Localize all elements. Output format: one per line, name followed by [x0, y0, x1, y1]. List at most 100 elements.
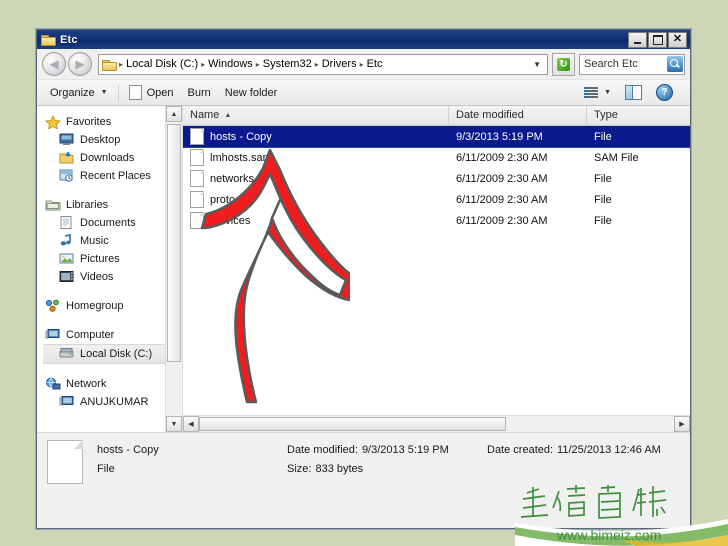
sidebar-item-videos[interactable]: Videos [43, 268, 182, 286]
cell-name: protocol [183, 191, 449, 208]
column-header-name[interactable]: Name ▲ [183, 106, 449, 125]
breadcrumb-item-etc[interactable]: Etc [365, 57, 385, 71]
cell-type: File [594, 214, 612, 227]
details-file-type: File [97, 462, 115, 475]
breadcrumb-item-drivers[interactable]: Drivers [320, 57, 359, 71]
column-header-type-label: Type [594, 109, 618, 121]
table-row[interactable]: lmhosts.sam 6/11/2009 2:30 AM SAM File [183, 147, 690, 168]
sidebar-item-downloads[interactable]: Downloads [43, 149, 182, 167]
cell-name: lmhosts.sam [183, 149, 449, 166]
search-box[interactable]: Search Etc [579, 53, 685, 75]
homegroup-icon [45, 299, 61, 313]
sidebar-item-network[interactable]: Network [43, 375, 182, 393]
open-button[interactable]: Open [122, 83, 181, 103]
sidebar-label-network: Network [66, 378, 107, 390]
sidebar-item-local-disk-c[interactable]: Local Disk (C:) [43, 344, 182, 364]
details-date-modified-value: 9/3/2013 5:19 PM [361, 443, 449, 456]
navigation-pane: Favorites Desktop Downloads Recent Place… [37, 106, 183, 432]
computer-icon [45, 328, 61, 342]
change-view-button[interactable]: ▼ [577, 83, 618, 103]
scrollbar-thumb[interactable] [199, 417, 506, 431]
table-row[interactable]: services 6/11/2009 2:30 AM File [183, 210, 690, 231]
harddisk-icon [59, 347, 75, 361]
search-input[interactable]: Search Etc [584, 58, 667, 70]
toolbar-right-group: ▼ ? [577, 83, 684, 103]
breadcrumb-separator-2: ▸ [255, 59, 260, 69]
window-title: Etc [60, 33, 78, 46]
breadcrumb[interactable]: ▸ Local Disk (C:) ▸ Windows ▸ System32 ▸… [101, 57, 529, 71]
column-header-date-modified[interactable]: Date modified [449, 106, 587, 125]
cell-date-modified: 6/11/2009 2:30 AM [456, 172, 548, 185]
back-button[interactable]: ◀ [42, 52, 66, 76]
file-list-horizontal-scrollbar[interactable]: ◀ ▶ [183, 415, 690, 432]
details-type-line: File [97, 459, 287, 478]
sidebar-item-music[interactable]: Music [43, 232, 182, 250]
sidebar-item-libraries[interactable]: Libraries [43, 196, 182, 214]
explorer-window: Etc ✕ ◀ ▶ ▸ Local Disk (C:) ▸ Windows ▸ … [36, 29, 691, 529]
close-button[interactable]: ✕ [668, 32, 687, 48]
navigation-scrollbar[interactable]: ▲ ▼ [165, 106, 182, 432]
open-label: Open [146, 86, 174, 99]
details-date-created-value: 11/25/2013 12:46 AM [557, 443, 661, 456]
sidebar-item-favorites[interactable]: Favorites [43, 113, 182, 131]
new-folder-button[interactable]: New folder [218, 83, 285, 103]
computer-icon [59, 395, 75, 409]
help-button[interactable]: ? [649, 83, 680, 103]
sidebar-label-anujkumar: ANUJKUMAR [80, 396, 149, 408]
music-icon [59, 234, 75, 248]
column-header-type[interactable]: Type [587, 106, 690, 125]
sidebar-item-anujkumar[interactable]: ANUJKUMAR [43, 393, 182, 411]
details-size-value: 833 bytes [315, 462, 364, 475]
cell-type: File [594, 172, 612, 185]
toolbar-divider [117, 84, 119, 101]
breadcrumb-item-windows[interactable]: Windows [206, 57, 255, 71]
address-bar-row: ◀ ▶ ▸ Local Disk (C:) ▸ Windows ▸ System… [37, 49, 690, 80]
details-date-created-label: Date created: [487, 443, 554, 456]
burn-button[interactable]: Burn [181, 83, 218, 103]
table-row[interactable]: protocol 6/11/2009 2:30 AM File [183, 189, 690, 210]
sidebar-item-homegroup[interactable]: Homegroup [43, 297, 182, 315]
breadcrumb-item-local-disk[interactable]: Local Disk (C:) [124, 57, 200, 71]
sidebar-item-recent-places[interactable]: Recent Places [43, 167, 182, 185]
file-list-pane: Name ▲ Date modified Type hosts - Copy 9… [183, 106, 690, 432]
scroll-down-button[interactable]: ▼ [166, 416, 182, 432]
details-name-line: hosts - Copy [97, 440, 287, 459]
scrollbar-thumb[interactable] [167, 124, 181, 362]
view-list-icon [584, 86, 599, 99]
desktop-icon [59, 133, 75, 147]
sidebar-item-desktop[interactable]: Desktop [43, 131, 182, 149]
table-row[interactable]: networks 6/11/2009 2:30 AM File [183, 168, 690, 189]
address-dropdown-icon[interactable]: ▼ [529, 60, 545, 69]
scroll-left-button[interactable]: ◀ [183, 416, 199, 432]
sidebar-label-pictures: Pictures [80, 253, 120, 265]
minimize-button[interactable] [628, 32, 647, 48]
scroll-up-button[interactable]: ▲ [166, 106, 182, 122]
file-icon [190, 191, 204, 208]
sidebar-item-computer[interactable]: Computer [43, 326, 182, 344]
sidebar-item-documents[interactable]: Documents [43, 214, 182, 232]
details-right-column: Date created: 11/25/2013 12:46 AM [487, 440, 690, 478]
sidebar-label-videos: Videos [80, 271, 114, 283]
sidebar-label-homegroup: Homegroup [66, 300, 124, 312]
cell-name: services [183, 212, 449, 229]
organize-label: Organize [50, 86, 95, 99]
scrollbar-track[interactable] [506, 416, 674, 432]
preview-pane-button[interactable] [618, 83, 649, 103]
table-row[interactable]: hosts - Copy 9/3/2013 5:19 PM File [183, 126, 690, 148]
breadcrumb-item-system32[interactable]: System32 [261, 57, 314, 71]
refresh-button[interactable]: ↻ [552, 52, 575, 76]
libraries-icon [45, 198, 61, 212]
organize-button[interactable]: Organize ▼ [43, 83, 115, 103]
scroll-right-button[interactable]: ▶ [674, 416, 690, 432]
file-icon [190, 170, 204, 187]
sidebar-item-pictures[interactable]: Pictures [43, 250, 182, 268]
address-bar[interactable]: ▸ Local Disk (C:) ▸ Windows ▸ System32 ▸… [98, 53, 548, 75]
search-icon[interactable] [667, 56, 683, 72]
forward-button[interactable]: ▶ [68, 52, 92, 76]
maximize-button[interactable] [648, 32, 667, 48]
sidebar-label-desktop: Desktop [80, 134, 121, 146]
sidebar-label-local-disk-c: Local Disk (C:) [80, 348, 153, 360]
